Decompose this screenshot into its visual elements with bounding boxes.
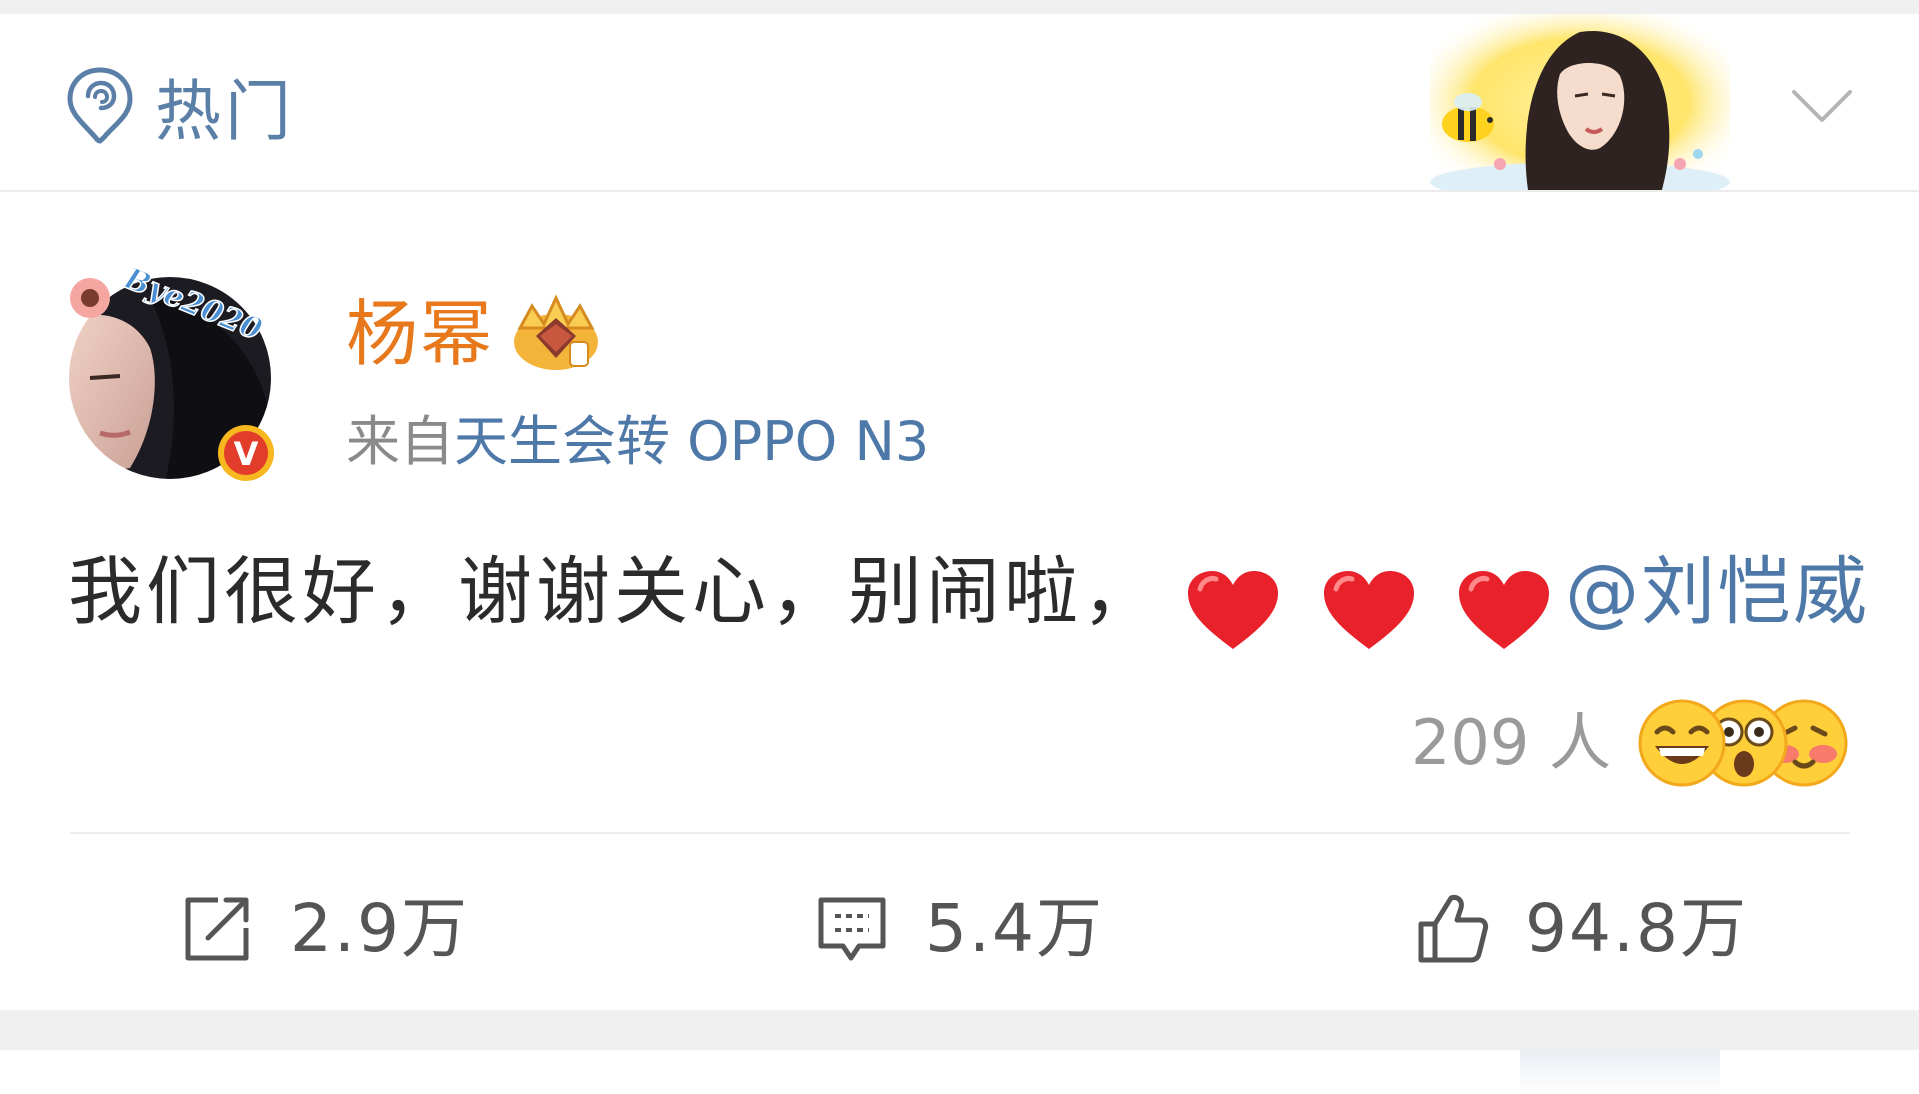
bottom-separator [0,1010,1919,1050]
header-divider [0,190,1919,192]
post-text: 我们很好，谢谢关心，别闹啦， [68,549,1160,635]
heart-emoji-group [1186,558,1565,654]
comment-count: 5.4万 [925,890,1104,967]
thumbs-up-icon [1418,895,1489,963]
source-device-link[interactable]: 天生会转 OPPO N3 [454,410,929,473]
reaction-count: 209 人 [1410,706,1611,779]
heart-emoji-icon [1323,571,1414,650]
celebrity-cartoon-banner[interactable] [1410,14,1740,190]
like-count: 94.8万 [1525,890,1748,967]
post-content: 我们很好，谢谢关心，别闹啦， @刘恺威 [68,544,1869,654]
next-post-card-peek [0,1050,1919,1094]
share-icon [185,897,249,961]
actions-divider [70,832,1850,834]
verified-badge: V [234,435,259,473]
chevron-down-icon[interactable] [1790,86,1854,126]
comment-button[interactable]: 5.4万 [815,879,1104,979]
comment-icon [818,897,886,961]
post-source: 来自天生会转 OPPO N3 [346,407,929,477]
next-card-banner-peek [1520,1050,1720,1094]
weibo-post-card: 热门 Bye2020 V 杨幂 来自天生会转 OPPO N3 我们很好，谢谢关心… [0,14,1919,1010]
repost-button[interactable]: 2.9万 [180,879,469,979]
username[interactable]: 杨幂 [346,289,494,379]
like-button[interactable]: 94.8万 [1415,879,1748,979]
heart-emoji-icon [1459,571,1550,650]
reactions-summary[interactable]: 209 人 [1410,698,1848,788]
laughing-emoji-icon [1638,699,1726,787]
repost-count: 2.9万 [290,890,469,967]
source-prefix: 来自 [346,410,454,473]
heart-emoji-icon [1188,571,1278,650]
top-separator [0,0,1919,14]
reaction-emoji-stack [1637,698,1848,788]
hot-topic-icon [67,67,133,144]
card-header: 热门 [0,14,1919,190]
avatar[interactable]: Bye2020 V [60,238,290,498]
tab-hot-label[interactable]: 热门 [155,72,295,152]
mention-link[interactable]: @刘恺威 [1565,549,1869,635]
crown-badge-icon[interactable] [510,292,602,374]
